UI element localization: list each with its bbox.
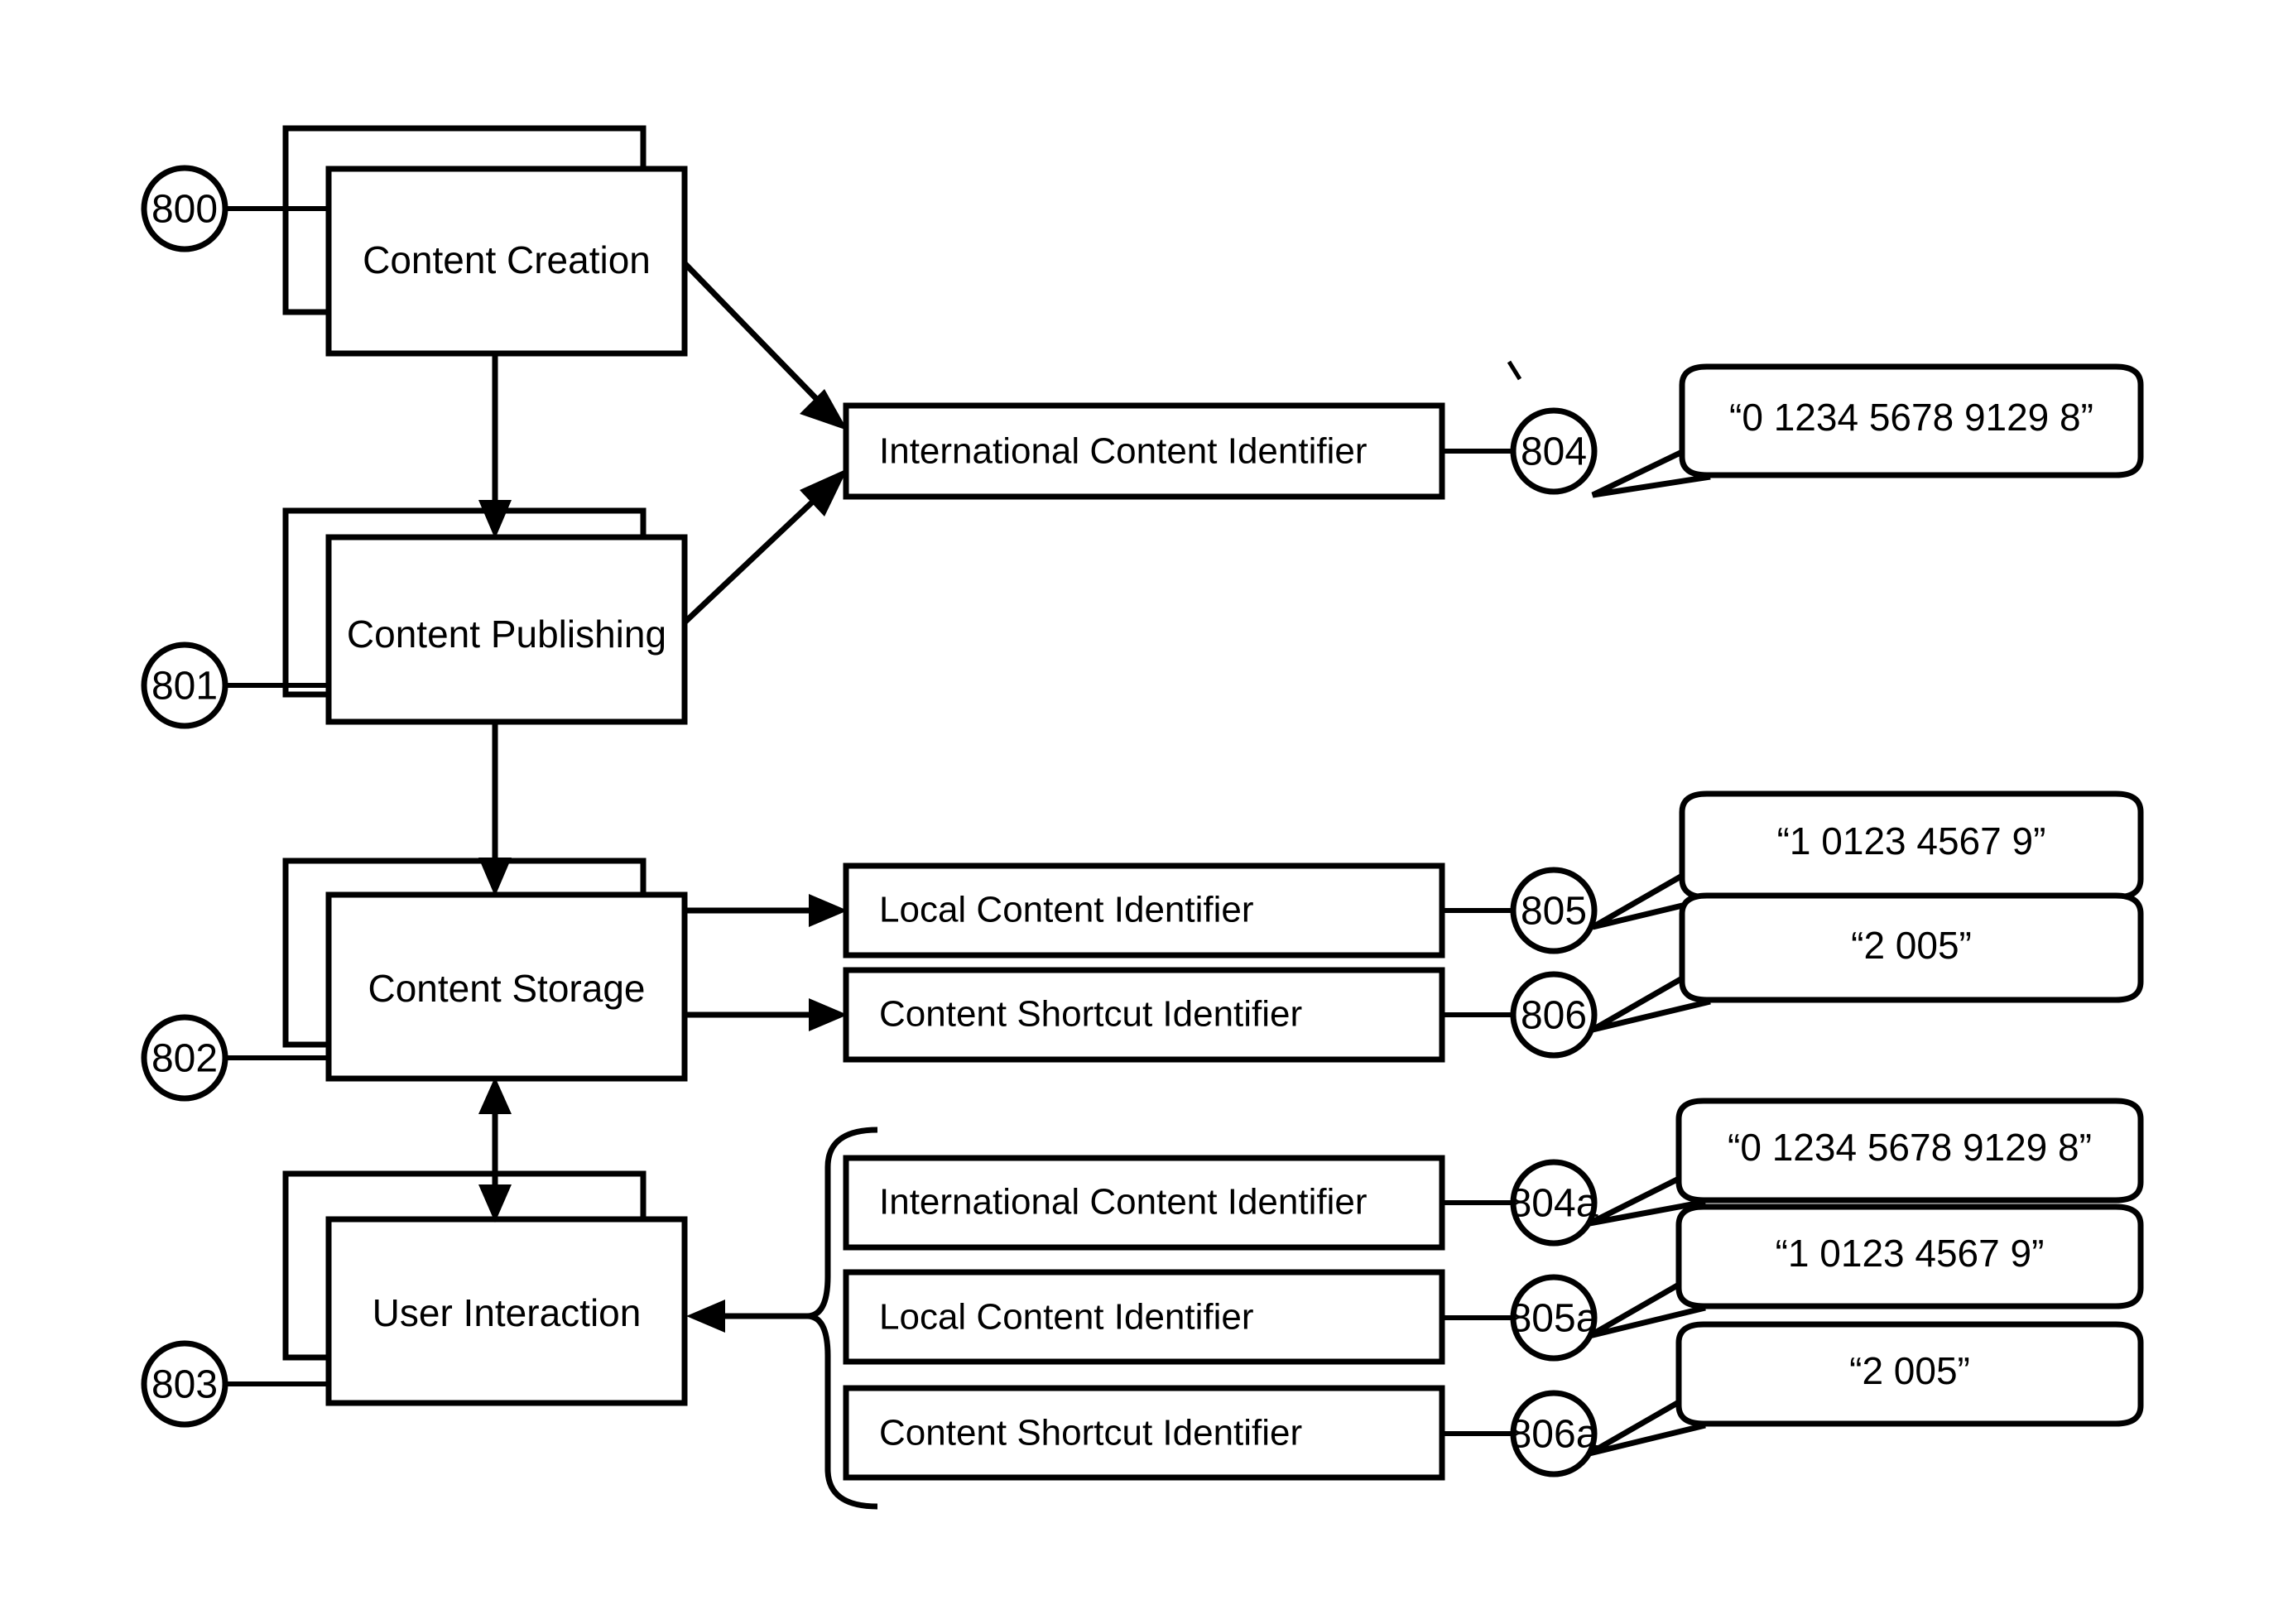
local-content-identifier-label: Local Content Identifier	[879, 890, 1254, 930]
arrow-creation-to-publishing	[478, 353, 512, 539]
ref-number-804: 804	[1521, 430, 1587, 474]
international-content-identifier-user-label: International Content Identifier	[879, 1182, 1368, 1223]
ref-number-802: 802	[151, 1037, 218, 1081]
identifier-group-international-top: International Content Identifier 804	[843, 402, 1598, 500]
stage-group-content-creation: Content Creation 800	[141, 125, 688, 357]
stage-group-content-storage: Content Storage 802	[141, 858, 688, 1102]
content-shortcut-identifier-label: Content Shortcut Identifier	[879, 994, 1302, 1035]
arrow-storage-to-csi	[685, 998, 848, 1031]
identifier-group-shortcut-storage: Content Shortcut Identifier 806	[843, 967, 1598, 1063]
content-shortcut-identifier-user-label: Content Shortcut Identifier	[879, 1413, 1302, 1453]
stage-group-content-publishing: Content Publishing 801	[141, 507, 688, 729]
artifact-speck	[1507, 360, 1522, 381]
arrow-publishing-to-ici	[682, 468, 848, 625]
ref-number-806: 806	[1521, 994, 1587, 1038]
identifier-group-local-storage: Local Content Identifier 805	[843, 862, 1598, 959]
brace-arrowhead	[686, 1300, 725, 1333]
local-content-identifier-user-label: Local Content Identifier	[879, 1297, 1254, 1338]
callout-806: “2 005”	[1591, 892, 2144, 1033]
stage-group-user-interaction: User Interaction 803	[141, 1170, 688, 1428]
patent-figure: Content Creation 800 Content Publishing …	[0, 0, 2288, 1624]
ref-number-804a: 804a	[1510, 1182, 1598, 1226]
content-publishing-label: Content Publishing	[347, 613, 666, 656]
callout-805a: “1 0123 4567 9”	[1588, 1204, 2144, 1339]
callout-806a-value: “2 005”	[1849, 1349, 1970, 1392]
ref-number-805: 805	[1521, 890, 1587, 934]
callout-805a-value: “1 0123 4567 9”	[1776, 1232, 2045, 1275]
callout-804: “0 1234 5678 9129 8”	[1591, 363, 2144, 498]
callout-805-value: “1 0123 4567 9”	[1777, 819, 2046, 862]
ref-number-801: 801	[151, 665, 218, 709]
international-content-identifier-label: International Content Identifier	[879, 431, 1368, 472]
identifier-group-international-user: International Content Identifier 804a	[843, 1155, 1598, 1251]
content-storage-label: Content Storage	[368, 967, 645, 1010]
arrow-storage-to-lci	[685, 894, 848, 927]
callout-806a: “2 005”	[1588, 1321, 2144, 1457]
ref-number-803: 803	[151, 1363, 218, 1407]
figure-canvas: Content Creation 800 Content Publishing …	[141, 125, 2144, 1510]
ref-number-800: 800	[151, 188, 218, 232]
callout-804a-value: “0 1234 5678 9129 8”	[1728, 1126, 2092, 1169]
ref-number-805a: 805a	[1510, 1297, 1598, 1341]
arrow-creation-to-ici	[682, 261, 848, 430]
ref-number-806a: 806a	[1510, 1413, 1598, 1457]
content-creation-label: Content Creation	[363, 238, 651, 281]
callout-806-value: “2 005”	[1851, 924, 1972, 967]
identifier-group-local-user: Local Content Identifier 805a	[843, 1269, 1598, 1365]
user-interaction-label: User Interaction	[373, 1291, 642, 1334]
identifier-group-shortcut-user: Content Shortcut Identifier 806a	[843, 1385, 1598, 1481]
callout-804-value: “0 1234 5678 9129 8”	[1729, 396, 2093, 439]
